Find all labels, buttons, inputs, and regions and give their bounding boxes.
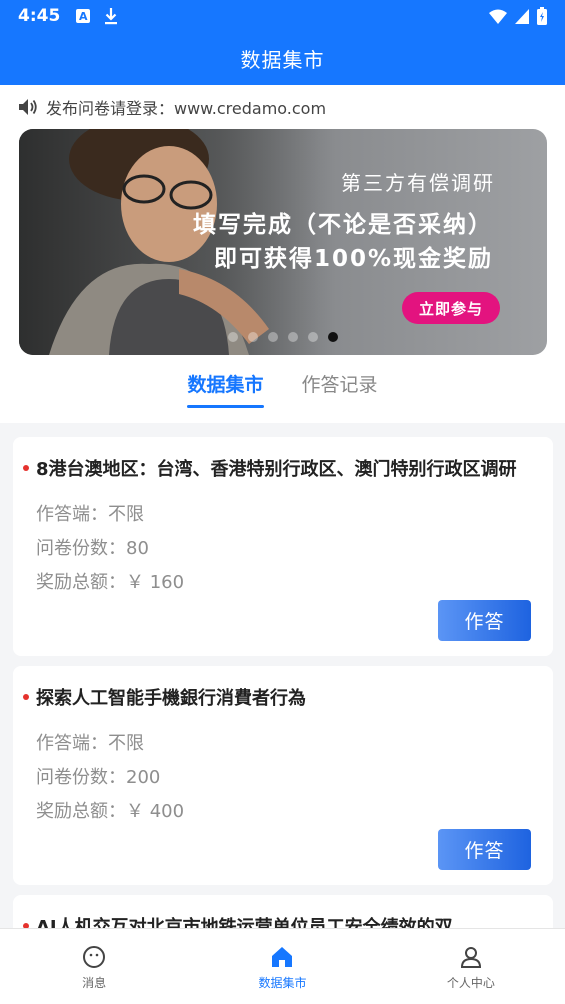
carousel-dot[interactable] [308, 332, 318, 342]
banner-subtitle: 第三方有偿调研 [341, 171, 495, 195]
banner-headline-2: 即可获得100%现金奖励 [213, 246, 493, 272]
carousel-dot[interactable] [248, 332, 258, 342]
survey-count: 问卷份数：80 [36, 538, 149, 559]
cellular-signal-icon [515, 8, 529, 24]
carousel-dot[interactable] [288, 332, 298, 342]
status-time: 4:45 [18, 6, 61, 26]
bottom-navigation: 消息 数据集市 个人中心 [0, 928, 565, 1004]
battery-icon [537, 7, 547, 25]
answer-button[interactable]: 作答 [438, 600, 531, 641]
carousel-dot-active[interactable] [328, 332, 338, 342]
survey-title: 探索人工智能手機銀行消費者行為 [36, 688, 306, 709]
survey-reward: 奖励总额：￥ 160 [36, 572, 185, 593]
survey-title: 8港台澳地区：台湾、香港特别行政区、澳门特别行政区调研 [36, 459, 517, 480]
tab-bar: 数据集市 作答记录 [0, 370, 565, 415]
nav-label: 数据集市 [258, 976, 307, 990]
nav-item-profile[interactable]: 个人中心 [377, 929, 565, 1004]
status-bar: 4:45 A [0, 0, 565, 32]
person-icon [460, 947, 481, 968]
message-face-icon [83, 946, 106, 968]
survey-title-row: 8港台澳地区：台湾、香港特别行政区、澳门特别行政区调研 [23, 455, 533, 481]
promo-banner[interactable]: 第三方有偿调研 填写完成（不论是否采纳） 即可获得100%现金奖励 立即参与 [19, 129, 547, 355]
notice-text: 发布问卷请登录：www.credamo.com [46, 99, 327, 118]
survey-endpoint: 作答端：不限 [36, 733, 144, 754]
download-icon [105, 8, 118, 25]
nav-label: 消息 [82, 976, 107, 990]
nav-item-data-market[interactable]: 数据集市 [188, 929, 376, 1004]
tab-data-market[interactable]: 数据集市 [187, 370, 264, 408]
survey-endpoint: 作答端：不限 [36, 504, 144, 525]
bullet-dot-icon [23, 465, 29, 471]
nav-item-messages[interactable]: 消息 [0, 929, 188, 1004]
speaker-icon [19, 99, 37, 115]
survey-title-row: 探索人工智能手機銀行消費者行為 [23, 684, 533, 710]
notice-bar: 发布问卷请登录：www.credamo.com [18, 95, 326, 119]
nav-label: 个人中心 [446, 976, 495, 990]
home-icon [272, 947, 293, 967]
survey-reward: 奖励总额：￥ 400 [36, 801, 185, 822]
page-title: 数据集市 [240, 48, 325, 72]
bullet-dot-icon [23, 694, 29, 700]
join-now-button[interactable]: 立即参与 [402, 292, 500, 324]
tab-answer-records[interactable]: 作答记录 [302, 370, 378, 406]
carousel-dots [228, 332, 338, 342]
wifi-icon [489, 9, 507, 24]
survey-count: 问卷份数：200 [36, 767, 161, 788]
top-panel: 发布问卷请登录：www.credamo.com 第三方有偿调研 填写完成（不论是… [0, 85, 565, 423]
survey-card[interactable]: 8港台澳地区：台湾、香港特别行政区、澳门特别行政区调研 作答端：不限 问卷份数：… [13, 437, 553, 656]
carousel-dot[interactable] [228, 332, 238, 342]
banner-headline-1: 填写完成（不论是否采纳） [193, 212, 493, 238]
survey-card[interactable]: 探索人工智能手機銀行消費者行為 作答端：不限 问卷份数：200 奖励总额：￥ 4… [13, 666, 553, 885]
keyboard-notification-icon: A [76, 9, 91, 23]
app-header: 数据集市 [0, 32, 565, 85]
carousel-dot[interactable] [268, 332, 278, 342]
answer-button[interactable]: 作答 [438, 829, 531, 870]
